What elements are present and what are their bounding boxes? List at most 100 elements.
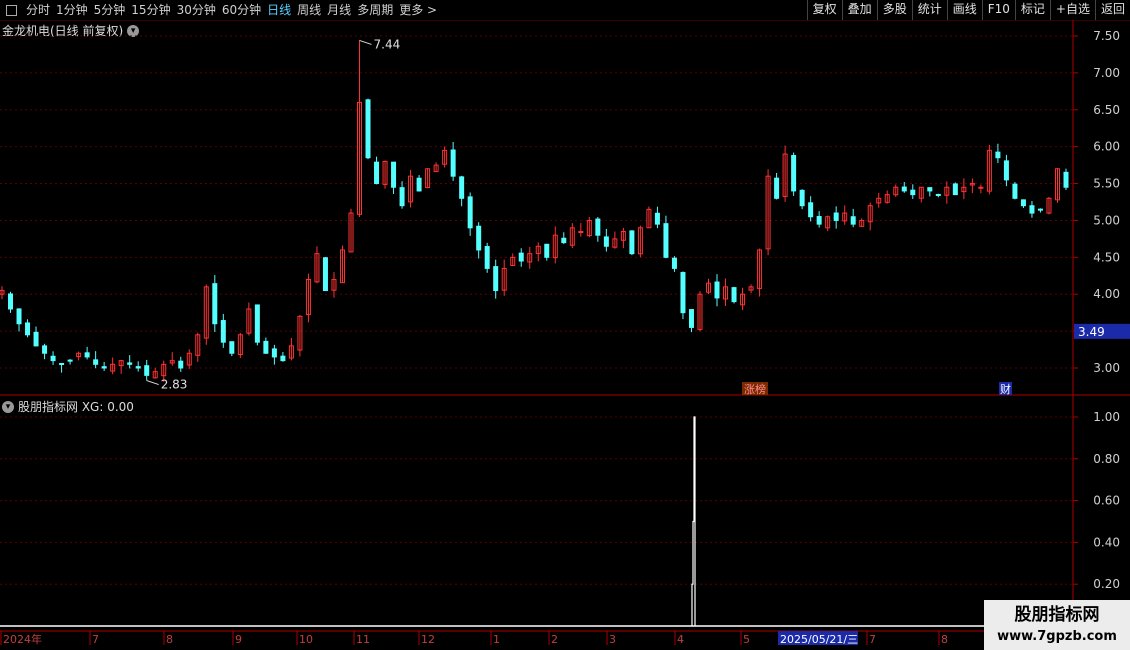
candle-body xyxy=(544,243,550,258)
candle-body xyxy=(561,237,567,244)
x-axis-label: 4 xyxy=(677,633,684,646)
low-marker-arrow xyxy=(146,380,159,386)
candle-body xyxy=(450,149,456,177)
candle-body xyxy=(135,366,141,369)
candle-body xyxy=(1029,205,1035,214)
candle-body xyxy=(654,212,660,225)
price-tick-label: 7.50 xyxy=(1093,29,1120,43)
candle-body xyxy=(1012,183,1018,199)
candle-body xyxy=(688,309,694,328)
candle-body xyxy=(365,99,371,159)
x-axis-label: 11 xyxy=(356,633,370,646)
candle-body xyxy=(799,189,805,207)
candle-body xyxy=(671,257,677,269)
x-axis-label: 2024年 xyxy=(3,632,42,646)
x-axis-label: 1 xyxy=(493,633,500,646)
candle-body xyxy=(952,183,958,196)
candle-body xyxy=(8,293,14,310)
x-axis-label: 2 xyxy=(551,633,558,646)
candle-body xyxy=(1063,171,1069,188)
candle-body xyxy=(59,362,65,365)
candle-body xyxy=(84,352,90,358)
candle-body xyxy=(995,151,1001,159)
x-axis-label: 8 xyxy=(166,633,173,646)
candle-body xyxy=(271,348,277,358)
candle-body xyxy=(629,230,635,255)
candle-body xyxy=(391,161,397,188)
low-price-label: 2.83 xyxy=(161,378,188,392)
kline-chart[interactable]: 7.507.006.506.005.505.004.504.003.503.00… xyxy=(0,0,1130,650)
candle-body xyxy=(67,359,73,362)
candle-body xyxy=(935,193,941,196)
candle-body xyxy=(927,187,933,192)
candle-body xyxy=(1003,160,1009,181)
candle-body xyxy=(93,359,99,365)
candle-body xyxy=(178,360,184,369)
candle-body xyxy=(493,266,499,292)
marker-zhangbang: 涨榜 xyxy=(744,382,766,396)
candle-body xyxy=(322,257,328,292)
indicator-tick-label: 0.20 xyxy=(1093,577,1120,591)
candle-body xyxy=(850,216,856,225)
candle-body xyxy=(484,246,490,269)
watermark-line1: 股朋指标网 xyxy=(1014,605,1100,625)
candle-body xyxy=(791,155,797,192)
candle-body xyxy=(101,366,107,369)
candle-body xyxy=(467,196,473,229)
indicator-tick-label: 0.60 xyxy=(1093,494,1120,508)
candle-body xyxy=(833,212,839,221)
candle-body xyxy=(808,202,814,218)
x-axis-label: 2025/05/21/三 xyxy=(780,633,858,646)
price-tick-label: 5.00 xyxy=(1093,213,1120,227)
price-tick-label: 3.00 xyxy=(1093,361,1120,375)
candle-body xyxy=(144,365,150,376)
indicator-tick-label: 0.80 xyxy=(1093,452,1120,466)
candle-body xyxy=(459,176,465,199)
x-axis-label: 9 xyxy=(235,633,242,646)
candle-body xyxy=(910,189,916,196)
high-marker-arrow xyxy=(359,39,372,45)
candle-body xyxy=(374,161,380,185)
current-price-label: 3.49 xyxy=(1078,325,1105,339)
x-axis-label: 5 xyxy=(743,633,750,646)
candle-body xyxy=(774,177,780,199)
x-axis-label: 7 xyxy=(869,633,876,646)
candle-body xyxy=(127,362,133,365)
price-tick-label: 6.50 xyxy=(1093,103,1120,117)
candle-body xyxy=(50,355,56,362)
candle-body xyxy=(663,223,669,258)
candle-body xyxy=(263,340,269,354)
candle-body xyxy=(1037,208,1043,211)
candle-body xyxy=(816,216,822,225)
watermark-line2: www.7gpzb.com xyxy=(997,629,1117,644)
price-tick-label: 5.50 xyxy=(1093,177,1120,191)
candle-body xyxy=(399,187,405,207)
candle-body xyxy=(714,281,720,299)
xg-signal-spike xyxy=(691,416,696,626)
indicator-tick-label: 1.00 xyxy=(1093,410,1120,424)
candle-body xyxy=(476,225,482,251)
candle-body xyxy=(416,177,422,192)
candle-body xyxy=(280,355,286,362)
candle-body xyxy=(229,341,235,354)
candle-body xyxy=(25,322,31,336)
candle-body xyxy=(578,231,584,234)
price-tick-label: 4.00 xyxy=(1093,287,1120,301)
candle-body xyxy=(33,331,39,347)
candle-body xyxy=(1020,199,1026,207)
price-tick-label: 4.50 xyxy=(1093,250,1120,264)
candle-body xyxy=(518,252,524,262)
candle-body xyxy=(220,320,226,343)
marker-cai: 财 xyxy=(1000,382,1011,396)
candle-body xyxy=(212,283,218,325)
candle-body xyxy=(978,186,984,189)
candle-body xyxy=(16,308,22,325)
x-axis-label: 7 xyxy=(92,633,99,646)
candle-body xyxy=(595,218,601,236)
candle-body xyxy=(680,272,686,314)
x-axis-label: 8 xyxy=(941,633,948,646)
candle-body xyxy=(42,345,48,354)
x-axis-label: 10 xyxy=(299,633,313,646)
price-tick-label: 6.00 xyxy=(1093,140,1120,154)
candle-body xyxy=(603,236,609,247)
